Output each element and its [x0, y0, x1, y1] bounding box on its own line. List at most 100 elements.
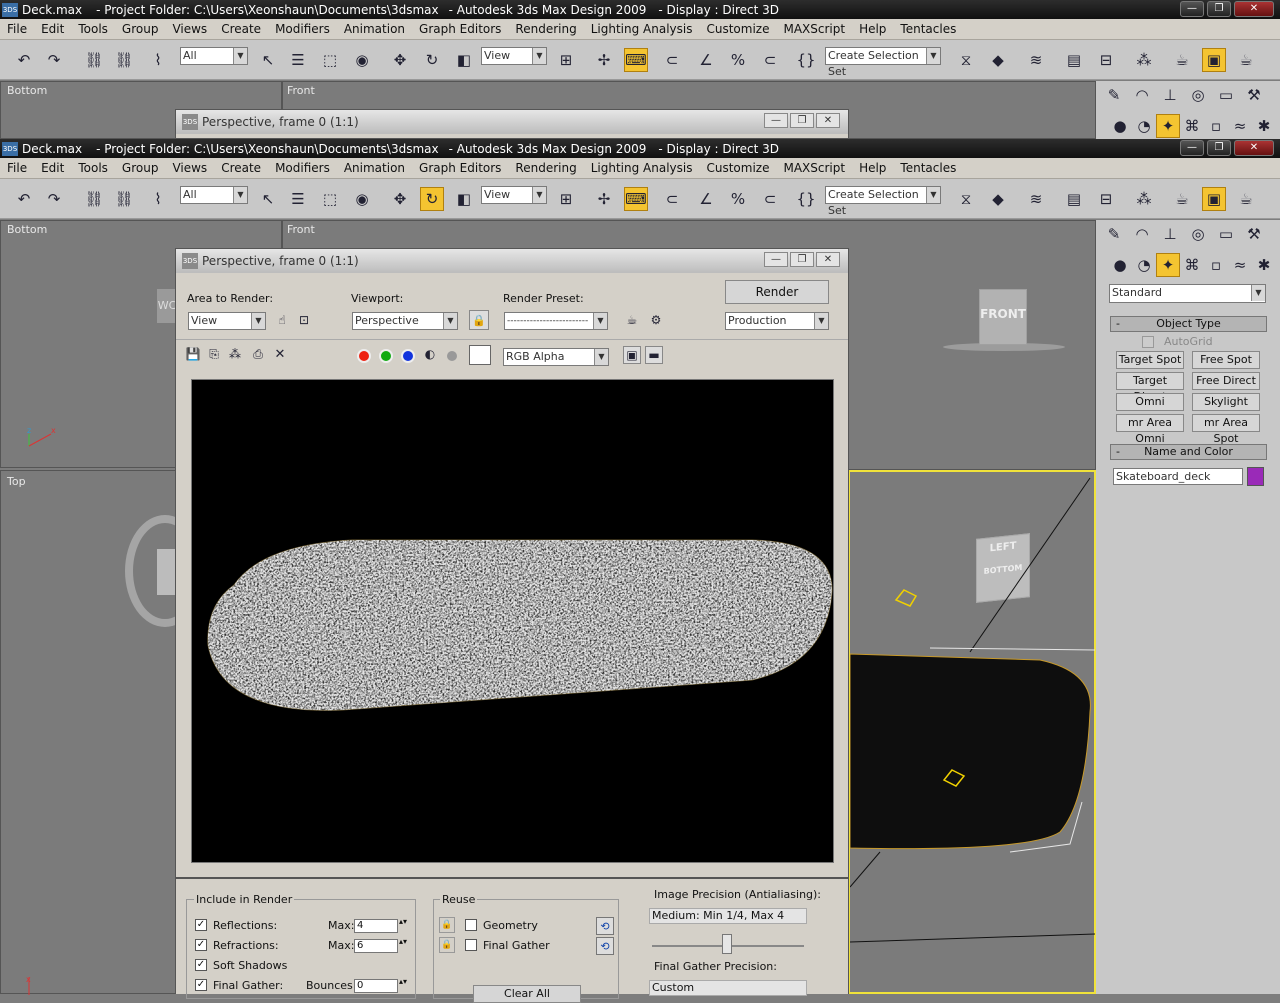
reuse-geometry-refresh-icon[interactable]: ⟲ — [596, 917, 614, 935]
clear-image-icon[interactable]: ✕ — [271, 345, 289, 363]
angle-snap-icon[interactable]: ∠ — [694, 48, 718, 72]
menu-graph-editors[interactable]: Graph Editors — [412, 161, 508, 175]
create-tab-icon[interactable]: ✎ — [1102, 222, 1126, 246]
viewcube-front[interactable]: FRONT — [979, 289, 1027, 345]
auto-region-icon[interactable]: ⊡ — [294, 310, 314, 330]
selection-filter-dropdown[interactable]: All ▼ — [180, 47, 248, 65]
mirror-icon[interactable]: ⧖ — [954, 48, 978, 72]
menu-tools[interactable]: Tools — [71, 161, 115, 175]
manipulate-icon[interactable]: ✢ — [592, 187, 616, 211]
material-editor-icon[interactable]: ⁂ — [1132, 187, 1156, 211]
menu-file[interactable]: File — [0, 22, 34, 36]
target-direct-button[interactable]: Target Direct — [1116, 372, 1184, 403]
lock-final-gather-icon[interactable]: 🔒 — [439, 937, 455, 953]
spacewarps-icon[interactable]: ≈ — [1228, 253, 1252, 277]
display-channel-dropdown[interactable]: RGB Alpha ▼ — [503, 348, 609, 366]
lights-icon[interactable]: ✦ — [1156, 253, 1180, 277]
move-icon[interactable]: ✥ — [388, 187, 412, 211]
mirror-icon[interactable]: ⧖ — [954, 187, 978, 211]
render-setup-icon[interactable]: ☕ — [1170, 48, 1194, 72]
link-icon[interactable]: ⛓ — [82, 48, 106, 72]
edit-named-selection-icon[interactable]: {} — [794, 187, 818, 211]
unlink-icon[interactable]: ⛓ — [112, 187, 136, 211]
selection-filter-dropdown[interactable]: All ▼ — [180, 186, 248, 204]
refractions-checkbox[interactable]: ✓ — [195, 939, 207, 951]
menu-customize[interactable]: Customize — [699, 161, 776, 175]
spinner-snap-icon[interactable]: ⊂ — [758, 187, 782, 211]
bind-space-warp-icon[interactable]: ⌇ — [146, 187, 170, 211]
mr-area-spot-button[interactable]: mr Area Spot — [1192, 414, 1260, 445]
cameras-icon[interactable]: ⌘ — [1180, 253, 1204, 277]
spinner-arrows-icon[interactable]: ▴▾ — [399, 937, 407, 946]
menu-maxscript[interactable]: MAXScript — [776, 22, 852, 36]
viewcube-top-stub[interactable] — [157, 549, 177, 595]
quick-render-icon[interactable]: ☕ — [1234, 187, 1258, 211]
toggle-ui-overlay-icon[interactable]: ▣ — [623, 346, 641, 364]
window-crossing-icon[interactable]: ◉ — [350, 187, 374, 211]
redo-icon[interactable]: ↷ — [42, 48, 66, 72]
menu-rendering[interactable]: Rendering — [508, 161, 583, 175]
reuse-final-gather-refresh-icon[interactable]: ⟲ — [596, 937, 614, 955]
region-select-icon[interactable]: ⬚ — [318, 187, 342, 211]
reflections-checkbox[interactable]: ✓ — [195, 919, 207, 931]
dlg-minimize-button[interactable]: — — [764, 113, 788, 128]
unlink-icon[interactable]: ⛓ — [112, 48, 136, 72]
select-by-name-icon[interactable]: ☰ — [286, 48, 310, 72]
menu-customize[interactable]: Customize — [699, 22, 776, 36]
schematic-view-icon[interactable]: ⊟ — [1094, 48, 1118, 72]
rendered-frame-window-icon[interactable]: ▣ — [1202, 187, 1226, 211]
menu-edit[interactable]: Edit — [34, 161, 71, 175]
restore-button[interactable]: ❐ — [1207, 140, 1231, 156]
menu-tentacles[interactable]: Tentacles — [893, 22, 963, 36]
lock-geometry-icon[interactable]: 🔒 — [439, 917, 455, 933]
minimize-button[interactable]: — — [1180, 140, 1204, 156]
undo-icon[interactable]: ↶ — [12, 187, 36, 211]
mr-area-omni-button[interactable]: mr Area Omni — [1116, 414, 1184, 445]
menu-animation[interactable]: Animation — [337, 161, 412, 175]
save-image-icon[interactable]: 💾 — [184, 345, 202, 363]
menu-group[interactable]: Group — [115, 161, 166, 175]
rendered-frame-window-icon[interactable]: ▣ — [1202, 48, 1226, 72]
helpers-icon[interactable]: ▫ — [1204, 114, 1228, 138]
region-select-icon[interactable]: ⬚ — [318, 48, 342, 72]
geometry-icon[interactable]: ● — [1108, 253, 1132, 277]
reuse-final-gather-checkbox[interactable] — [465, 939, 477, 951]
reuse-geometry-checkbox[interactable] — [465, 919, 477, 931]
reference-coordinate-dropdown[interactable]: View ▼ — [481, 47, 547, 65]
spacewarps-icon[interactable]: ≈ — [1228, 114, 1252, 138]
keyboard-shortcut-icon[interactable]: ⌨ — [624, 187, 648, 211]
window-crossing-icon[interactable]: ◉ — [350, 48, 374, 72]
menu-edit[interactable]: Edit — [34, 22, 71, 36]
redo-icon[interactable]: ↷ — [42, 187, 66, 211]
close-button[interactable]: ✕ — [1234, 1, 1274, 17]
align-icon[interactable]: ◆ — [986, 48, 1010, 72]
alpha-channel-icon[interactable]: ◐ — [421, 345, 439, 363]
free-spot-button[interactable]: Free Spot — [1192, 351, 1260, 369]
blue-channel-icon[interactable] — [401, 349, 415, 363]
systems-icon[interactable]: ✱ — [1252, 114, 1276, 138]
motion-tab-icon[interactable]: ◎ — [1186, 222, 1210, 246]
motion-tab-icon[interactable]: ◎ — [1186, 83, 1210, 107]
menu-create[interactable]: Create — [214, 161, 268, 175]
spinner-arrows-icon[interactable]: ▴▾ — [399, 917, 407, 926]
shapes-icon[interactable]: ◔ — [1132, 253, 1156, 277]
render-setup-icon[interactable]: ☕ — [1170, 187, 1194, 211]
object-name-input[interactable]: Skateboard_deck — [1113, 468, 1243, 485]
menu-tentacles[interactable]: Tentacles — [893, 161, 963, 175]
menu-modifiers[interactable]: Modifiers — [268, 22, 337, 36]
background-color-swatch[interactable] — [469, 345, 491, 365]
lights-icon[interactable]: ✦ — [1156, 114, 1180, 138]
helpers-icon[interactable]: ▫ — [1204, 253, 1228, 277]
hierarchy-tab-icon[interactable]: ⊥ — [1158, 222, 1182, 246]
lock-viewport-icon[interactable]: 🔒 — [469, 310, 489, 330]
green-channel-icon[interactable] — [379, 349, 393, 363]
object-color-swatch[interactable] — [1247, 467, 1264, 486]
render-preset-dropdown[interactable]: ------------------------- ▼ — [504, 312, 608, 330]
dlg-close-button[interactable]: ✕ — [816, 113, 840, 128]
utilities-tab-icon[interactable]: ⚒ — [1242, 222, 1266, 246]
render-button[interactable]: Render — [725, 280, 829, 304]
rotate-icon[interactable]: ↻ — [420, 48, 444, 72]
quick-render-icon[interactable]: ☕ — [1234, 48, 1258, 72]
spinner-snap-icon[interactable]: ⊂ — [758, 48, 782, 72]
clone-window-icon[interactable]: ⁂ — [226, 345, 244, 363]
